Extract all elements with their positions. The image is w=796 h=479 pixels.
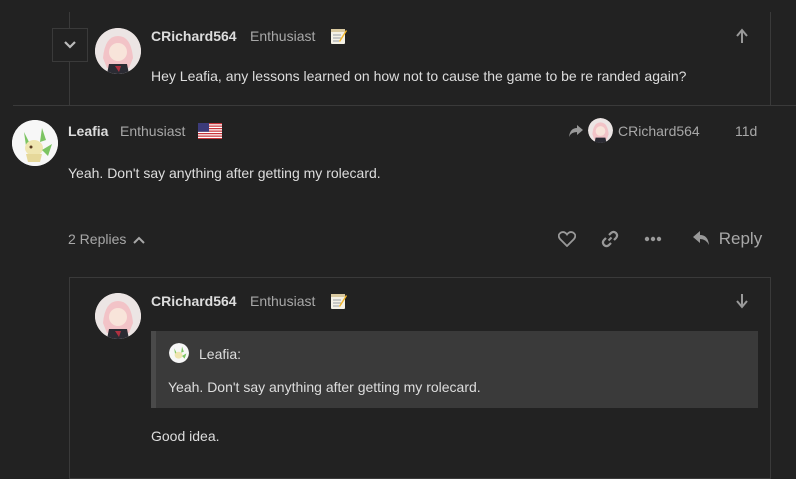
user-title: Enthusiast bbox=[120, 123, 186, 139]
avatar bbox=[169, 343, 189, 363]
user-title: Enthusiast bbox=[250, 28, 316, 44]
username[interactable]: Leafia bbox=[68, 123, 108, 139]
memo-emoji-icon bbox=[329, 292, 347, 310]
quote-text: Yeah. Don't say anything after getting m… bbox=[168, 379, 481, 395]
post-date[interactable]: 11d bbox=[735, 123, 757, 139]
us-flag-icon bbox=[198, 123, 222, 139]
reply-icon bbox=[692, 230, 710, 246]
avatar[interactable] bbox=[95, 293, 141, 339]
reply-button[interactable]: Reply bbox=[692, 229, 762, 251]
quote-username[interactable]: Leafia: bbox=[199, 346, 241, 362]
reply-label: Reply bbox=[718, 229, 763, 248]
post-body: Good idea. bbox=[151, 428, 220, 444]
divider bbox=[13, 105, 796, 106]
chevron-up-icon bbox=[133, 235, 145, 245]
avatar bbox=[588, 118, 613, 143]
replies-toggle-button[interactable]: 2 Replies bbox=[68, 231, 145, 251]
post-body: Yeah. Don't say anything after getting m… bbox=[68, 165, 381, 181]
avatar[interactable] bbox=[95, 28, 141, 74]
reply-to-link[interactable]: CRichard564 bbox=[568, 118, 708, 144]
username[interactable]: CRichard564 bbox=[151, 28, 237, 44]
chevron-down-icon bbox=[63, 39, 77, 51]
heart-icon[interactable] bbox=[558, 231, 576, 247]
user-title: Enthusiast bbox=[250, 293, 316, 309]
ellipsis-icon[interactable] bbox=[644, 236, 662, 242]
username[interactable]: CRichard564 bbox=[151, 293, 237, 309]
memo-emoji-icon bbox=[329, 27, 347, 45]
avatar[interactable] bbox=[12, 120, 58, 166]
reply-to-username: CRichard564 bbox=[618, 123, 700, 139]
collapse-button[interactable] bbox=[52, 28, 88, 62]
arrow-up-icon[interactable] bbox=[735, 28, 749, 44]
top-reply-container bbox=[69, 12, 771, 106]
post-body: Hey Leafia, any lessons learned on how n… bbox=[151, 68, 687, 84]
quote-block: Leafia: Yeah. Don't say anything after g… bbox=[151, 331, 758, 408]
share-arrow-icon bbox=[568, 124, 584, 138]
link-icon[interactable] bbox=[601, 230, 619, 248]
arrow-down-icon[interactable] bbox=[735, 293, 749, 309]
replies-count: 2 Replies bbox=[68, 231, 127, 247]
